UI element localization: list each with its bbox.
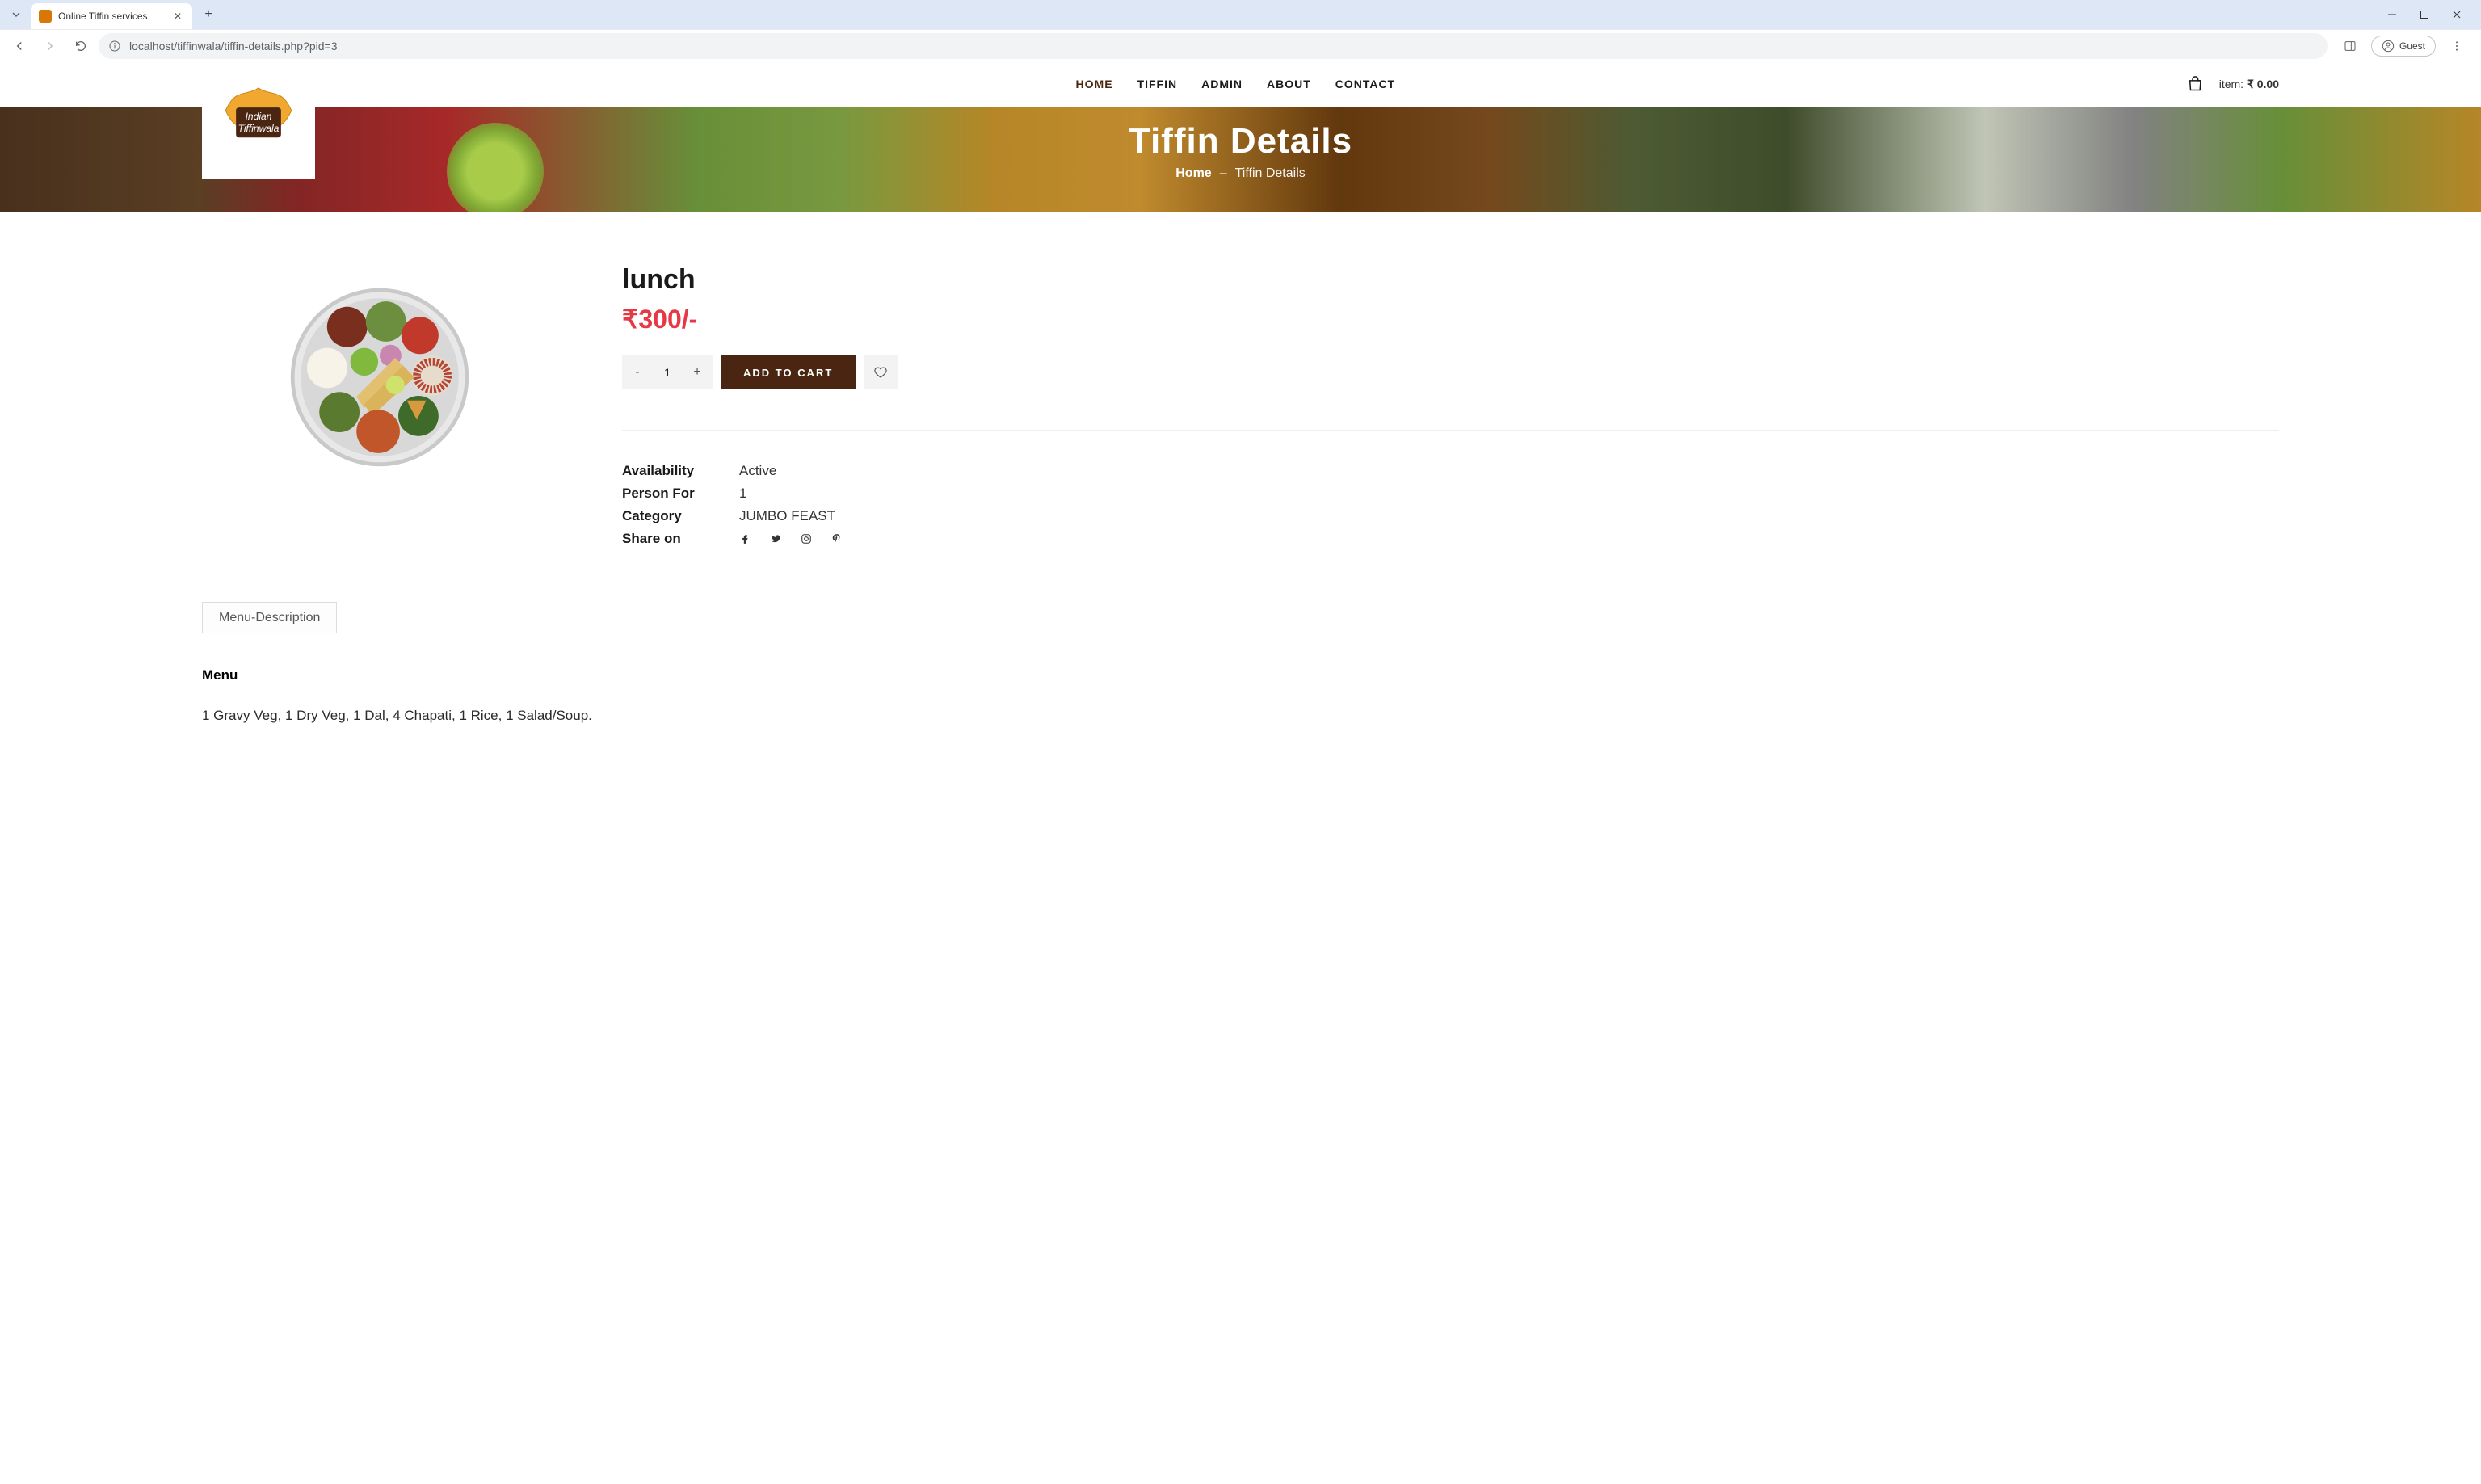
nav-home[interactable]: HOME bbox=[1076, 78, 1113, 90]
side-panel-icon[interactable] bbox=[2337, 33, 2363, 59]
close-window-button[interactable] bbox=[2445, 3, 2468, 26]
nav-contact[interactable]: CONTACT bbox=[1335, 78, 1395, 90]
qty-decrease-button[interactable]: - bbox=[622, 355, 653, 389]
product-image bbox=[202, 264, 557, 490]
profile-button[interactable]: Guest bbox=[2371, 36, 2436, 57]
site-logo[interactable]: Indian Tiffinwala bbox=[202, 69, 315, 179]
nav-about[interactable]: ABOUT bbox=[1267, 78, 1311, 90]
pinterest-icon[interactable] bbox=[831, 533, 843, 544]
heart-icon bbox=[873, 365, 888, 380]
breadcrumb: Home – Tiffin Details bbox=[0, 166, 2481, 181]
add-to-cart-button[interactable]: ADD TO CART bbox=[721, 355, 856, 389]
guest-avatar-icon bbox=[2382, 40, 2395, 53]
address-bar[interactable]: localhost/tiffinwala/tiffin-details.php?… bbox=[99, 33, 2328, 59]
site-info-icon[interactable] bbox=[108, 40, 121, 53]
person-for-value: 1 bbox=[739, 486, 746, 502]
menu-heading: Menu bbox=[202, 667, 2279, 683]
instagram-icon[interactable] bbox=[801, 533, 812, 544]
share-on-label: Share on bbox=[622, 531, 739, 547]
guest-label: Guest bbox=[2399, 40, 2425, 52]
divider bbox=[622, 430, 2279, 431]
breadcrumb-current: Tiffin Details bbox=[1235, 166, 1306, 181]
quantity-stepper: - 1 + bbox=[622, 355, 713, 389]
minimize-button[interactable] bbox=[2381, 3, 2403, 26]
twitter-icon[interactable] bbox=[770, 533, 781, 544]
forward-button[interactable] bbox=[37, 33, 63, 59]
maximize-button[interactable] bbox=[2413, 3, 2436, 26]
browser-tab[interactable]: Online Tiffin services ✕ bbox=[31, 3, 192, 29]
product-price: ₹300/- bbox=[622, 304, 2279, 334]
availability-label: Availability bbox=[622, 463, 739, 479]
tab-menu-description[interactable]: Menu-Description bbox=[202, 602, 337, 633]
logo-text-2: Tiffinwala bbox=[238, 123, 280, 134]
tab-title: Online Tiffin services bbox=[58, 11, 165, 22]
close-tab-icon[interactable]: ✕ bbox=[171, 10, 184, 23]
tab-search-dropdown[interactable] bbox=[6, 5, 26, 24]
product-name: lunch bbox=[622, 264, 2279, 296]
page-title: Tiffin Details bbox=[0, 121, 2481, 162]
new-tab-button[interactable]: + bbox=[197, 3, 220, 26]
favicon bbox=[39, 10, 52, 23]
logo-text-1: Indian bbox=[246, 111, 272, 122]
breadcrumb-home[interactable]: Home bbox=[1175, 166, 1211, 181]
qty-increase-button[interactable]: + bbox=[682, 355, 713, 389]
menu-description-text: 1 Gravy Veg, 1 Dry Veg, 1 Dal, 4 Chapati… bbox=[202, 708, 2279, 724]
back-button[interactable] bbox=[6, 33, 32, 59]
wishlist-button[interactable] bbox=[864, 355, 898, 389]
nav-admin[interactable]: ADMIN bbox=[1201, 78, 1243, 90]
url-text: localhost/tiffinwala/tiffin-details.php?… bbox=[129, 40, 337, 53]
qty-value: 1 bbox=[653, 366, 682, 379]
cart-icon[interactable] bbox=[2189, 76, 2205, 92]
cart-label[interactable]: item: ₹ 0.00 bbox=[2219, 78, 2279, 91]
menu-icon[interactable] bbox=[2444, 33, 2470, 59]
hero-banner: Tiffin Details Home – Tiffin Details bbox=[0, 107, 2481, 212]
nav-tiffin[interactable]: TIFFIN bbox=[1137, 78, 1178, 90]
availability-value: Active bbox=[739, 463, 776, 479]
facebook-icon[interactable] bbox=[739, 533, 751, 544]
category-label: Category bbox=[622, 508, 739, 524]
reload-button[interactable] bbox=[68, 33, 94, 59]
person-for-label: Person For bbox=[622, 486, 739, 502]
category-value: JUMBO FEAST bbox=[739, 508, 835, 524]
